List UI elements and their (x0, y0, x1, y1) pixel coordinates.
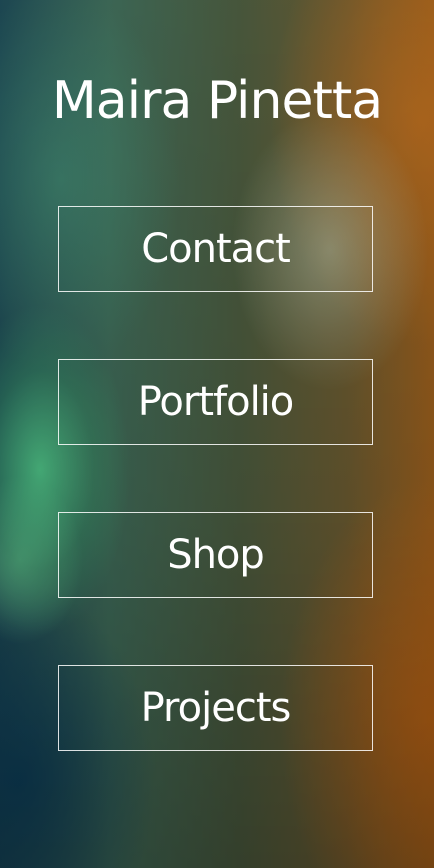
shop-button[interactable]: Shop (58, 512, 373, 598)
projects-button-label: Projects (140, 685, 292, 731)
portfolio-button[interactable]: Portfolio (58, 359, 373, 445)
portfolio-button-label: Portfolio (137, 379, 295, 425)
contact-button-label: Contact (141, 226, 291, 272)
site-title: Maira Pinetta (51, 71, 383, 131)
contact-button[interactable]: Contact (58, 206, 373, 292)
shop-button-label: Shop (167, 532, 265, 578)
projects-button[interactable]: Projects (58, 665, 373, 751)
